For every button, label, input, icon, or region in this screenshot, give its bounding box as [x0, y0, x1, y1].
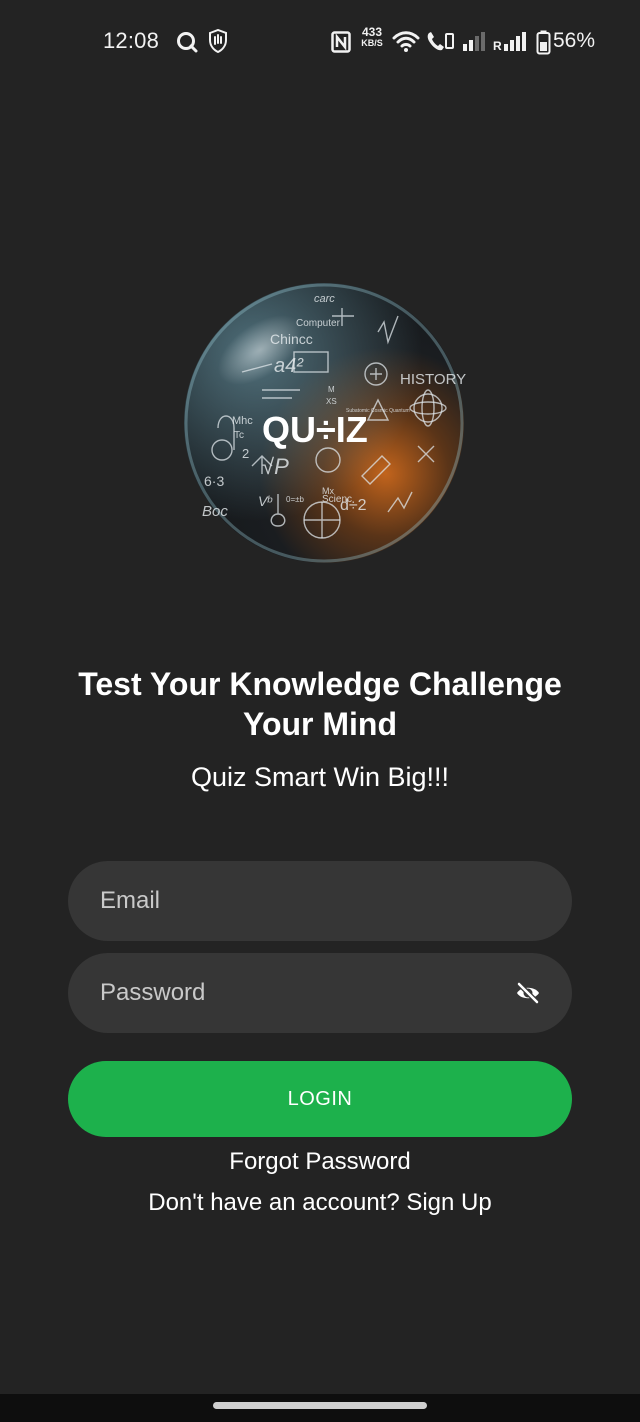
signal-strength-icon	[463, 32, 485, 51]
tagline: Quiz Smart Win Big!!!	[190, 762, 450, 792]
status-bar: 12:08 433 KB/S R 56%	[0, 0, 640, 86]
roaming-signal-icon: R	[493, 32, 526, 52]
eye-off-icon[interactable]	[514, 981, 542, 1005]
svg-text:6·3: 6·3	[204, 473, 224, 489]
svg-text:d÷2: d÷2	[340, 497, 367, 514]
svg-text:Tc: Tc	[234, 430, 244, 441]
status-time: 12:08	[103, 28, 160, 53]
svg-text:Computer: Computer	[296, 318, 341, 329]
hand-shield-icon	[209, 29, 227, 53]
wifi-icon	[392, 31, 420, 52]
svg-text:Boc: Boc	[202, 503, 228, 520]
svg-text:Mx: Mx	[322, 486, 334, 496]
svg-text:Chincc: Chincc	[270, 331, 313, 347]
password-field-container	[68, 953, 572, 1033]
wifi-calling-icon	[427, 32, 454, 51]
svg-text:√P: √P	[262, 454, 289, 479]
battery-percent: 56%	[553, 29, 596, 52]
svg-text:Mhc: Mhc	[232, 415, 253, 427]
svg-text:a4²: a4²	[274, 355, 304, 377]
battery-icon	[536, 30, 551, 55]
network-speed: 433 KB/S	[357, 25, 387, 49]
forgot-password-link[interactable]: Forgot Password	[40, 1148, 600, 1176]
network-speed-unit: KB/S	[361, 38, 383, 48]
network-speed-value: 433	[361, 25, 383, 39]
email-field-container	[68, 861, 572, 941]
svg-text:M: M	[328, 385, 335, 394]
nfc-icon	[331, 31, 351, 53]
svg-text:HISTORY: HISTORY	[400, 371, 466, 388]
svg-text:carc: carc	[314, 293, 335, 305]
email-field[interactable]	[100, 861, 540, 941]
logo-title: QU÷IZ	[262, 409, 368, 450]
svg-text:2: 2	[242, 446, 249, 461]
password-field[interactable]	[100, 953, 500, 1033]
svg-text:0=±b: 0=±b	[286, 495, 305, 504]
headline: Test Your Knowledge Challenge Your Mind	[78, 666, 562, 742]
signup-link[interactable]: Don't have an account? Sign Up	[40, 1189, 600, 1217]
search-icon	[177, 32, 198, 53]
svg-text:R: R	[493, 39, 502, 52]
quiz-globe-logo: carc Computer Chincc a4² HISTORY Mhc Tc …	[184, 283, 466, 563]
login-screen: 12:08 433 KB/S R 56% carc Computer Chinc…	[0, 0, 640, 1422]
login-button[interactable]: LOGIN	[68, 1061, 572, 1137]
home-indicator[interactable]	[213, 1402, 427, 1409]
svg-text:XS: XS	[326, 397, 337, 406]
svg-text:Vᵇ: Vᵇ	[258, 493, 272, 509]
